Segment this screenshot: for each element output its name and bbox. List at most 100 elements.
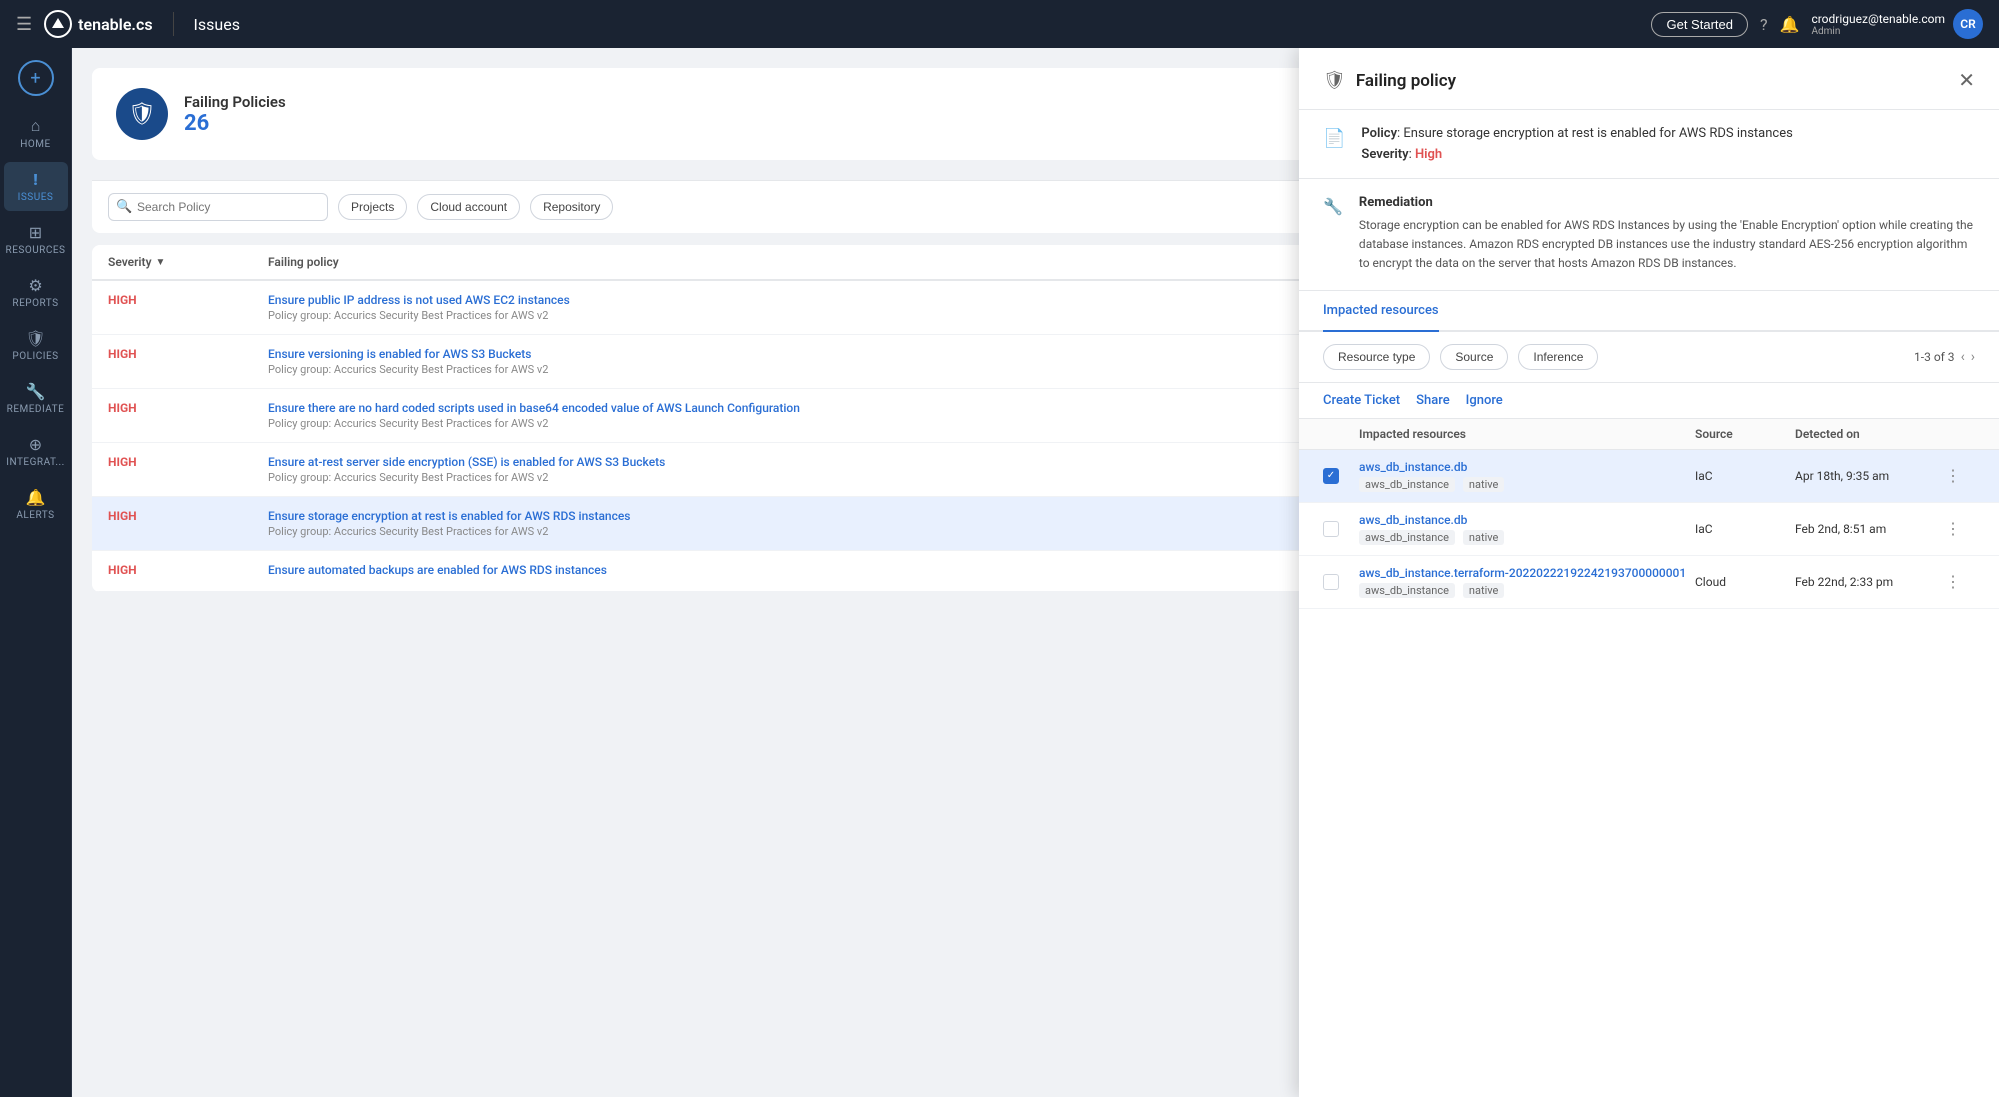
source-filter-button[interactable]: Source: [1440, 344, 1508, 370]
resource-name[interactable]: aws_db_instance.terraform-20220222192242…: [1359, 566, 1695, 580]
severity-badge: HIGH: [108, 293, 268, 322]
sidebar-label-reports: REPORTS: [12, 298, 58, 309]
cloud-account-filter-button[interactable]: Cloud account: [417, 194, 520, 220]
source-column-header: Source: [1695, 427, 1795, 441]
sidebar-label-home: HOME: [20, 139, 50, 150]
resource-tag: aws_db_instance: [1359, 530, 1455, 545]
shield-badge: 🛡: [116, 88, 168, 140]
repository-filter-button[interactable]: Repository: [530, 194, 613, 220]
sidebar: + ⌂ HOME ! ISSUES ⊞ RESOURCES ⚙ REPORTS …: [0, 48, 72, 1097]
search-wrap: 🔍: [108, 193, 328, 221]
nav-divider: [173, 12, 174, 36]
sidebar-label-integrations: INTEGRAT...: [6, 457, 65, 468]
detected-on: Apr 18th, 9:35 am: [1795, 469, 1945, 483]
sidebar-item-reports[interactable]: ⚙ REPORTS: [4, 268, 68, 317]
pagination: 1-3 of 3 ‹ ›: [1914, 349, 1975, 365]
resource-info: aws_db_instance.terraform-20220222192242…: [1359, 566, 1695, 598]
policy-value: Ensure storage encryption at rest is ena…: [1403, 126, 1792, 141]
resource-type-filter-button[interactable]: Resource type: [1323, 344, 1430, 370]
add-button[interactable]: +: [18, 60, 54, 96]
detected-on-column-header: Detected on: [1795, 427, 1945, 441]
create-ticket-button[interactable]: Create Ticket: [1323, 393, 1400, 408]
resource-row: aws_db_instance.terraform-20220222192242…: [1299, 556, 1999, 609]
shield-icon: 🛡: [128, 102, 156, 127]
resource-tag: native: [1463, 530, 1504, 545]
resource-info: aws_db_instance.db aws_db_instance nativ…: [1359, 460, 1695, 492]
detected-on: Feb 22nd, 2:33 pm: [1795, 575, 1945, 589]
resource-tag: native: [1463, 583, 1504, 598]
resource-tag: native: [1463, 477, 1504, 492]
dp-rem-content: Remediation Storage encryption can be en…: [1359, 195, 1975, 274]
checkbox-column-header: [1323, 427, 1359, 441]
next-page-button[interactable]: ›: [1971, 349, 1975, 365]
help-icon[interactable]: ?: [1760, 15, 1768, 34]
top-navigation: ☰ tenable.cs Issues Get Started ? 🔔 crod…: [0, 0, 1999, 48]
resources-table-header: Impacted resources Source Detected on: [1299, 419, 1999, 450]
projects-filter-button[interactable]: Projects: [338, 194, 407, 220]
sidebar-label-resources: RESOURCES: [6, 245, 66, 256]
fp-info: Failing Policies 26: [184, 93, 286, 136]
resource-checkbox[interactable]: ✓: [1323, 468, 1339, 484]
resource-tags: aws_db_instance native: [1359, 583, 1695, 598]
notifications-icon[interactable]: 🔔: [1780, 15, 1800, 34]
sidebar-item-integrations[interactable]: ⊕ INTEGRAT...: [4, 427, 68, 476]
dp-filters: Resource type Source Inference 1-3 of 3 …: [1299, 332, 1999, 383]
sidebar-item-issues[interactable]: ! ISSUES: [4, 162, 68, 211]
tab-impacted-resources[interactable]: Impacted resources: [1323, 291, 1439, 332]
resource-row: ✓ aws_db_instance.db aws_db_instance nat…: [1299, 450, 1999, 503]
remediate-icon: 🔧: [26, 382, 46, 401]
search-input[interactable]: [108, 193, 328, 221]
resource-name[interactable]: aws_db_instance.db: [1359, 513, 1695, 527]
resource-checkbox[interactable]: [1323, 574, 1339, 590]
sidebar-item-home[interactable]: ⌂ HOME: [4, 108, 68, 158]
resource-name[interactable]: aws_db_instance.db: [1359, 460, 1695, 474]
share-button[interactable]: Share: [1416, 393, 1450, 408]
close-button[interactable]: ✕: [1958, 68, 1975, 93]
sort-icon: ▼: [156, 257, 166, 268]
actions-column-header: [1945, 427, 1975, 441]
remediation-title: Remediation: [1359, 195, 1975, 210]
dp-actions: Create Ticket Share Ignore: [1299, 383, 1999, 419]
severity-badge: HIGH: [108, 563, 268, 579]
fp-title: Failing Policies: [184, 93, 286, 111]
main-layout: + ⌂ HOME ! ISSUES ⊞ RESOURCES ⚙ REPORTS …: [0, 48, 1999, 1097]
severity-value: High: [1415, 147, 1442, 162]
sidebar-item-resources[interactable]: ⊞ RESOURCES: [4, 215, 68, 264]
policy-label: Policy: [1361, 126, 1397, 141]
row-menu-button[interactable]: ⋮: [1945, 519, 1975, 538]
policies-icon: 🛡: [25, 329, 45, 348]
dp-shield-icon: 🛡: [1323, 70, 1346, 91]
ignore-button[interactable]: Ignore: [1466, 393, 1503, 408]
sidebar-item-remediate[interactable]: 🔧 REMEDIATE: [4, 374, 68, 423]
document-icon: 📄: [1323, 128, 1345, 162]
prev-page-button[interactable]: ‹: [1961, 349, 1965, 365]
severity-badge: HIGH: [108, 347, 268, 376]
app-logo: tenable.cs: [44, 10, 152, 38]
severity-label: Severity: [1361, 147, 1408, 162]
resource-row: aws_db_instance.db aws_db_instance nativ…: [1299, 503, 1999, 556]
dp-severity-line: Severity: High: [1361, 147, 1792, 162]
resource-checkbox[interactable]: [1323, 521, 1339, 537]
resource-source: IaC: [1695, 469, 1795, 483]
sidebar-item-alerts[interactable]: 🔔 ALERTS: [4, 480, 68, 529]
logo-text: tenable.cs: [78, 15, 152, 34]
resource-tag: aws_db_instance: [1359, 477, 1455, 492]
severity-badge: HIGH: [108, 401, 268, 430]
hamburger-menu[interactable]: ☰: [16, 14, 32, 35]
dp-title: Failing policy: [1356, 71, 1948, 91]
resource-tags: aws_db_instance native: [1359, 530, 1695, 545]
sidebar-label-alerts: ALERTS: [16, 510, 54, 521]
fp-count: 26: [184, 111, 286, 136]
inference-filter-button[interactable]: Inference: [1518, 344, 1598, 370]
alerts-icon: 🔔: [26, 488, 46, 507]
wrench-icon: 🔧: [1323, 197, 1343, 274]
row-menu-button[interactable]: ⋮: [1945, 466, 1975, 485]
issues-icon: !: [33, 170, 37, 189]
user-avatar[interactable]: CR: [1953, 9, 1983, 39]
sidebar-item-policies[interactable]: 🛡 POLICIES: [4, 321, 68, 370]
detected-on: Feb 2nd, 8:51 am: [1795, 522, 1945, 536]
sidebar-label-remediate: REMEDIATE: [7, 404, 65, 415]
get-started-button[interactable]: Get Started: [1651, 12, 1747, 37]
row-menu-button[interactable]: ⋮: [1945, 572, 1975, 591]
pagination-text: 1-3 of 3: [1914, 350, 1955, 364]
